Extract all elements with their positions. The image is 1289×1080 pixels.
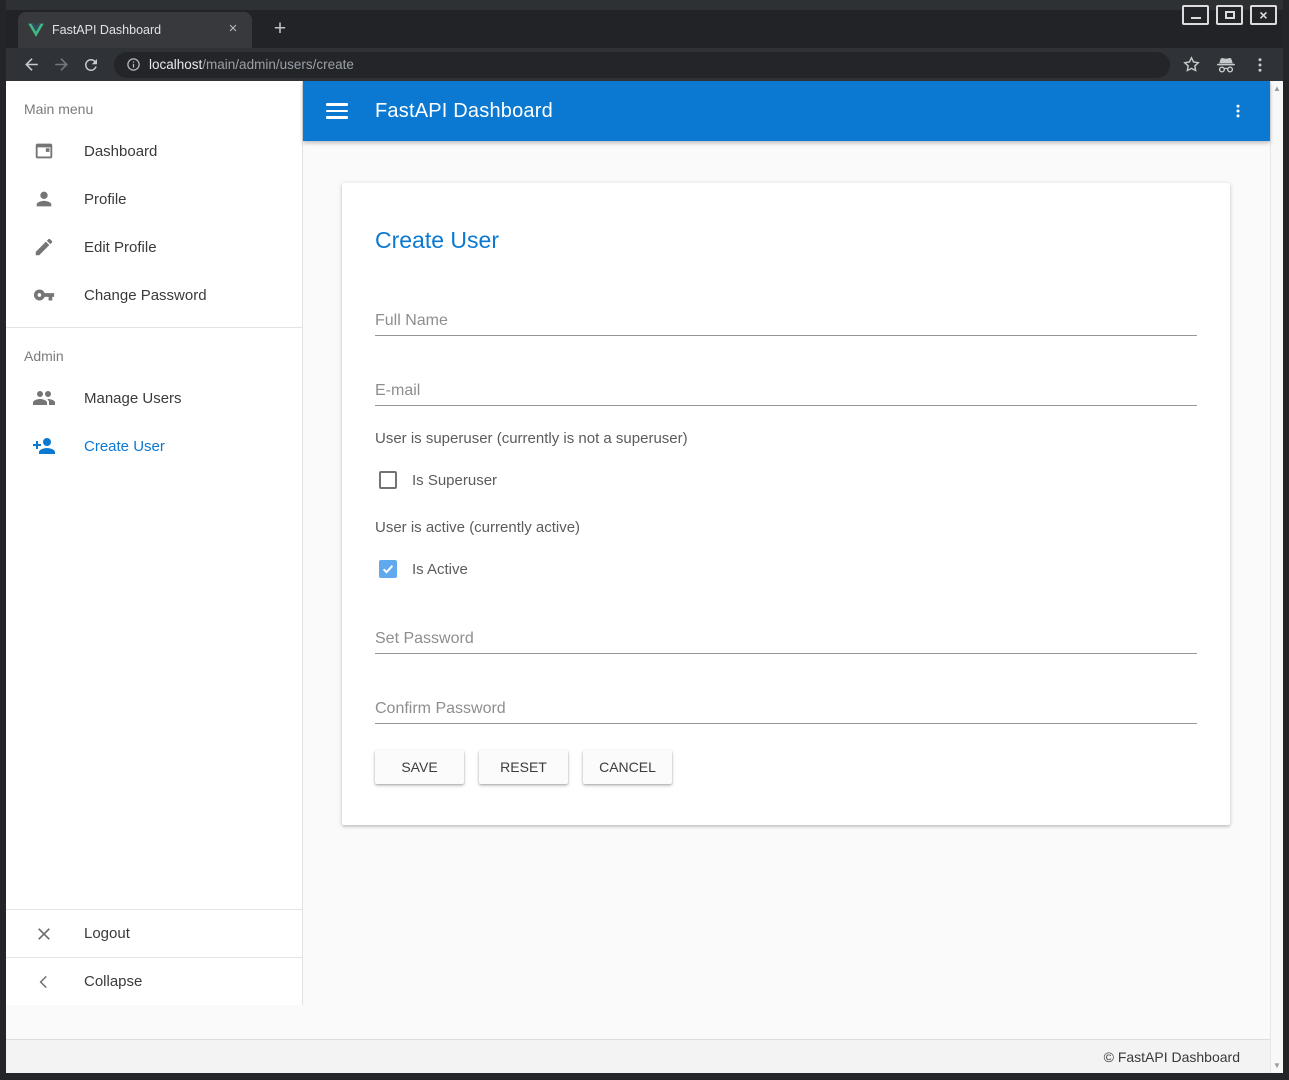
sidebar-item-logout[interactable]: Logout: [6, 909, 302, 957]
sidebar-item-manage-users[interactable]: Manage Users: [6, 374, 302, 422]
hamburger-menu-icon[interactable]: [317, 91, 357, 131]
minimize-button[interactable]: [1182, 5, 1209, 25]
sidebar-item-change-password[interactable]: Change Password: [6, 271, 302, 319]
window-controls: ×: [1182, 5, 1277, 25]
sidebar-item-label: Create User: [84, 438, 165, 455]
app-title: FastAPI Dashboard: [375, 100, 1220, 123]
vue-logo-icon: [28, 22, 44, 38]
info-icon: [126, 57, 141, 72]
sidebar-item-profile[interactable]: Profile: [6, 175, 302, 223]
active-checkbox[interactable]: [379, 560, 397, 578]
key-icon: [32, 283, 56, 307]
forward-icon[interactable]: [46, 52, 76, 78]
sidebar: Main menu Dashboard Profile: [6, 81, 303, 1005]
person-add-icon: [32, 434, 56, 458]
superuser-checkbox[interactable]: [379, 471, 397, 489]
reset-button[interactable]: RESET: [479, 750, 568, 784]
sidebar-item-label: Change Password: [84, 287, 207, 304]
close-icon: [32, 922, 56, 946]
email-input[interactable]: [375, 376, 1197, 406]
checkmark-icon: [381, 562, 395, 576]
dashboard-icon: [32, 139, 56, 163]
sidebar-item-label: Logout: [84, 925, 130, 942]
copyright-text: © FastAPI Dashboard: [1104, 1049, 1240, 1065]
superuser-checkbox-label: Is Superuser: [412, 472, 497, 489]
app-menu-icon[interactable]: [1220, 93, 1256, 129]
set-password-input[interactable]: [375, 624, 1197, 654]
bookmark-star-icon[interactable]: [1182, 55, 1201, 74]
page-title: Create User: [375, 227, 1197, 254]
superuser-checkbox-row[interactable]: Is Superuser: [379, 471, 1197, 489]
sidebar-item-collapse[interactable]: Collapse: [6, 957, 302, 1005]
sidebar-item-label: Manage Users: [84, 390, 182, 407]
sidebar-item-label: Dashboard: [84, 143, 157, 160]
person-icon: [32, 187, 56, 211]
sidebar-item-edit-profile[interactable]: Edit Profile: [6, 223, 302, 271]
create-user-card: Create User User is superuser (currently…: [342, 183, 1230, 825]
tab-close-icon[interactable]: ×: [224, 21, 242, 39]
superuser-hint: User is superuser (currently is not a su…: [375, 430, 1197, 447]
page-scrollbar[interactable]: ▲ ▼: [1270, 81, 1283, 1073]
url-host: localhost: [149, 57, 202, 72]
window-close-button[interactable]: ×: [1250, 5, 1277, 25]
page: Main menu Dashboard Profile: [6, 81, 1283, 1073]
pencil-icon: [32, 235, 56, 259]
sidebar-item-label: Profile: [84, 191, 127, 208]
url-bar[interactable]: localhost/main/admin/users/create: [114, 52, 1170, 78]
browser-tab[interactable]: FastAPI Dashboard ×: [18, 12, 252, 48]
page-footer: © FastAPI Dashboard: [6, 1039, 1270, 1073]
browser-menu-icon[interactable]: [1251, 56, 1269, 74]
people-icon: [32, 386, 56, 410]
browser-toolbar: localhost/main/admin/users/create: [6, 48, 1283, 81]
maximize-button[interactable]: [1216, 5, 1243, 25]
new-tab-button[interactable]: +: [266, 16, 294, 44]
sidebar-section-main-menu: Main menu: [6, 81, 302, 127]
cancel-button[interactable]: CANCEL: [583, 750, 672, 784]
sidebar-item-create-user[interactable]: Create User: [6, 422, 302, 470]
scroll-up-icon[interactable]: ▲: [1273, 81, 1281, 96]
active-checkbox-label: Is Active: [412, 561, 468, 578]
confirm-password-input[interactable]: [375, 694, 1197, 724]
sidebar-item-dashboard[interactable]: Dashboard: [6, 127, 302, 175]
page-content: Create User User is superuser (currently…: [303, 141, 1270, 1039]
sidebar-section-admin: Admin: [6, 328, 302, 374]
sidebar-item-label: Collapse: [84, 973, 142, 990]
save-button[interactable]: SAVE: [375, 750, 464, 784]
scroll-down-icon[interactable]: ▼: [1273, 1058, 1281, 1073]
tab-strip: FastAPI Dashboard × + ×: [6, 0, 1283, 48]
app-header: FastAPI Dashboard: [303, 81, 1270, 141]
url-path: /main/admin/users/create: [202, 57, 354, 72]
back-icon[interactable]: [16, 52, 46, 78]
sidebar-item-label: Edit Profile: [84, 239, 157, 256]
active-hint: User is active (currently active): [375, 519, 1197, 536]
form-actions: SAVE RESET CANCEL: [375, 750, 1197, 784]
tab-title: FastAPI Dashboard: [52, 23, 224, 37]
full-name-input[interactable]: [375, 306, 1197, 336]
active-checkbox-row[interactable]: Is Active: [379, 560, 1197, 578]
reload-icon[interactable]: [76, 52, 106, 78]
incognito-icon[interactable]: [1215, 56, 1237, 74]
main-area: FastAPI Dashboard Create User User is su…: [303, 81, 1270, 1039]
chevron-left-icon: [32, 970, 56, 994]
browser-window: FastAPI Dashboard × + × localhost/main/a…: [0, 0, 1289, 1080]
